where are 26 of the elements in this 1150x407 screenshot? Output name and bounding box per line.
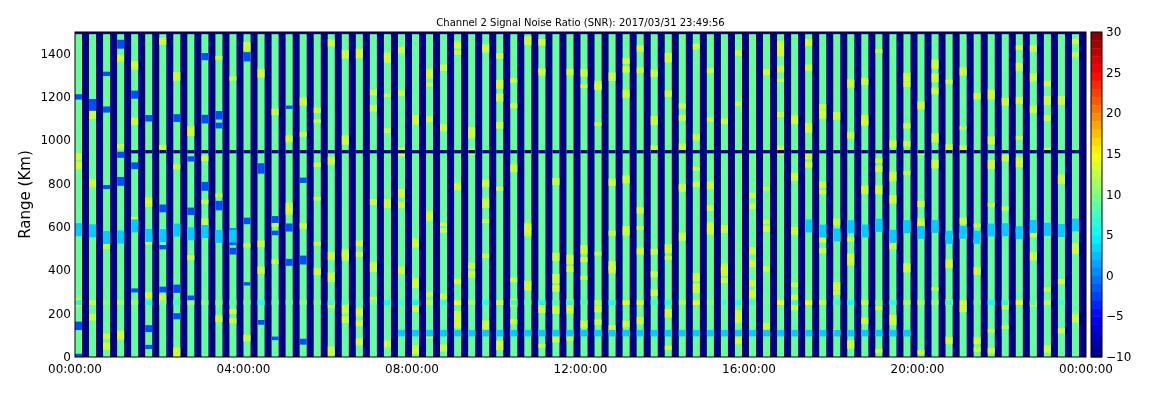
- colorbar-tick-label: 30: [1106, 25, 1122, 39]
- y-tick-label: 400: [48, 263, 71, 278]
- x-tick-label: 08:00:00: [385, 362, 439, 376]
- colorbar-tick-label: −5: [1106, 309, 1124, 324]
- x-tick-label: 00:00:00: [1059, 362, 1113, 376]
- y-tick-label: 1200: [40, 90, 71, 104]
- colorbar-tick-label: 0: [1106, 268, 1114, 283]
- y-tick-label: 200: [48, 306, 71, 321]
- y-tick-label: 1400: [40, 46, 71, 61]
- x-tick-label: 12:00:00: [553, 362, 608, 376]
- x-tick-label: 04:00:00: [216, 362, 271, 376]
- colorbar-tick-label: −10: [1106, 350, 1132, 364]
- x-tick-label: 16:00:00: [722, 362, 776, 376]
- x-tick-label: 00:00:00: [48, 362, 102, 376]
- x-tick-label: 20:00:00: [890, 362, 945, 376]
- colorbar-tick-label: 15: [1106, 146, 1122, 161]
- chart-title: Channel 2 Signal Noise Ratio (SNR): 2017/03/31 23:49:56: [436, 17, 725, 28]
- colorbar-tick-label: 5: [1106, 228, 1114, 243]
- colorbar-tick-label: 10: [1106, 187, 1122, 202]
- y-axis-label: Range (Km): [16, 150, 34, 239]
- y-tick-label: 1000: [40, 133, 71, 148]
- y-tick-label: 0: [63, 350, 71, 364]
- colorbar-tick-label: 20: [1106, 106, 1122, 121]
- colorbar-tick-label: 25: [1106, 65, 1122, 80]
- y-tick-label: 800: [48, 176, 71, 191]
- y-tick-label: 600: [48, 220, 71, 234]
